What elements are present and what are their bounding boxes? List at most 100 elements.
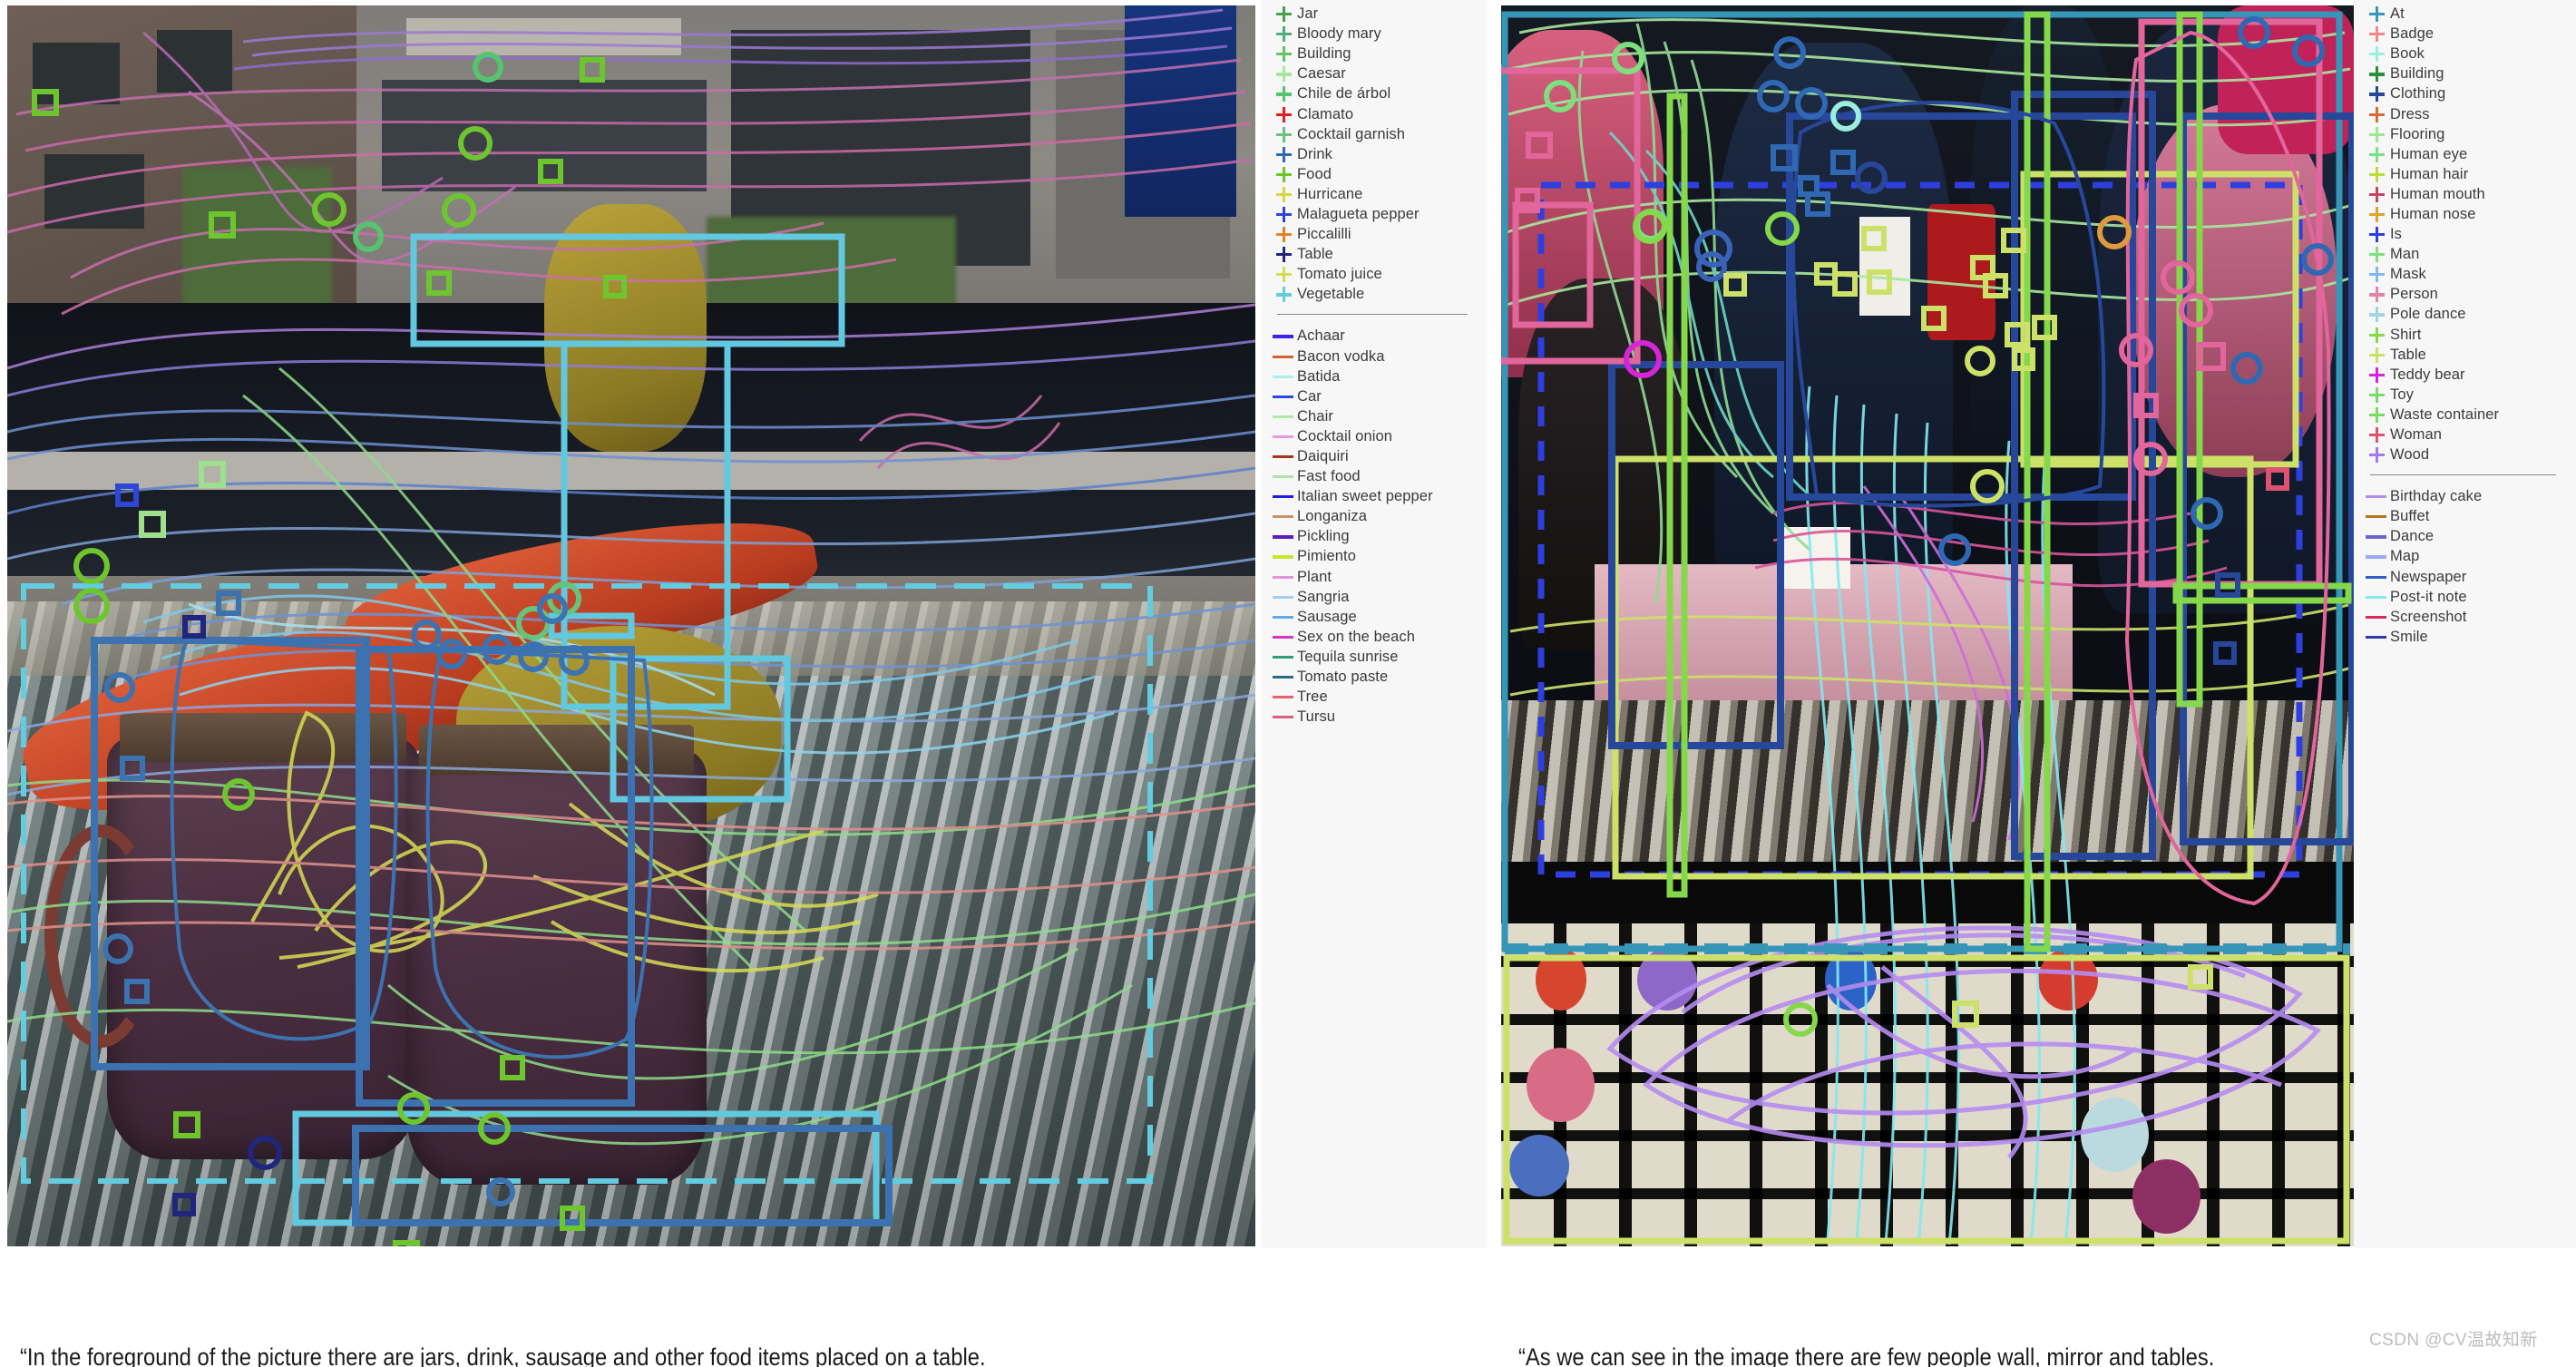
legend-row[interactable]: Malagueta pepper — [1261, 204, 1488, 224]
line-marker-icon — [2363, 486, 2390, 506]
legend-row[interactable]: Bloody mary — [1261, 24, 1488, 44]
legend-row[interactable]: Car — [1261, 386, 1488, 406]
plus-marker-icon — [1270, 63, 1297, 83]
legend-row[interactable]: Flooring — [2354, 124, 2576, 144]
legend-row[interactable]: Caesar — [1261, 63, 1488, 83]
legend-row[interactable]: Building — [1261, 44, 1488, 63]
legend-row[interactable]: Italian sweet pepper — [1261, 486, 1488, 506]
legend-row[interactable]: Chair — [1261, 406, 1488, 426]
legend-row[interactable]: Human eye — [2354, 144, 2576, 164]
legend-row[interactable]: Vegetable — [1261, 284, 1488, 304]
legend-label: Dance — [2390, 528, 2435, 545]
legend-row[interactable]: Woman — [2354, 425, 2576, 444]
legend-row[interactable]: Human hair — [2354, 164, 2576, 184]
legend-row[interactable]: Mask — [2354, 264, 2576, 284]
line-marker-icon — [1270, 687, 1297, 707]
legend-label: Toy — [2390, 386, 2414, 403]
legend-row[interactable]: Human mouth — [2354, 184, 2576, 204]
legend-row[interactable]: Buffet — [2354, 506, 2576, 526]
line-marker-icon — [1270, 446, 1297, 466]
legend-row[interactable]: Birthday cake — [2354, 486, 2576, 506]
legend-row[interactable]: Plant — [1261, 567, 1488, 587]
left-caption-line-1: “In the foreground of the picture there … — [20, 1343, 986, 1367]
legend-row[interactable]: Man — [2354, 244, 2576, 264]
legend-row[interactable]: Table — [2354, 345, 2576, 365]
line-marker-icon — [2363, 567, 2390, 587]
plus-marker-icon — [1270, 264, 1297, 284]
legend-row[interactable]: Pole dance — [2354, 304, 2576, 324]
legend-row[interactable]: Badge — [2354, 24, 2576, 44]
legend-row[interactable]: Building — [2354, 63, 2576, 83]
legend-label: Vegetable — [1297, 286, 1365, 303]
legend-row[interactable]: At — [2354, 4, 2576, 24]
legend-row[interactable]: Wood — [2354, 444, 2576, 464]
plus-marker-icon — [2363, 224, 2390, 244]
legend-row[interactable]: Person — [2354, 284, 2576, 304]
legend-label: Jar — [1297, 5, 1319, 23]
legend-row[interactable]: Hurricane — [1261, 184, 1488, 204]
legend-row[interactable]: Dance — [2354, 526, 2576, 546]
legend-row[interactable]: Waste container — [2354, 405, 2576, 425]
legend-row[interactable]: Dress — [2354, 103, 2576, 123]
legend-row[interactable]: Teddy bear — [2354, 365, 2576, 385]
legend-row[interactable]: Tursu — [1261, 707, 1488, 727]
legend-label: Bloody mary — [1297, 25, 1381, 43]
legend-row[interactable]: Smile — [2354, 627, 2576, 647]
legend-label: Bacon vodka — [1297, 347, 1385, 365]
legend-row[interactable]: Shirt — [2354, 325, 2576, 345]
legend-label: Chile de árbol — [1297, 85, 1391, 103]
legend-row[interactable]: Fast food — [1261, 466, 1488, 486]
plus-marker-icon — [2363, 325, 2390, 345]
legend-row[interactable]: Clamato — [1261, 103, 1488, 123]
legend-row[interactable]: Sangria — [1261, 587, 1488, 607]
legend-row[interactable]: Is — [2354, 224, 2576, 244]
legend-row[interactable]: Post-it note — [2354, 587, 2576, 607]
legend-row[interactable]: Map — [2354, 546, 2576, 566]
legend-row[interactable]: Toy — [2354, 385, 2576, 405]
legend-label: Cocktail garnish — [1297, 125, 1405, 142]
legend-row[interactable]: Tomato paste — [1261, 667, 1488, 687]
line-marker-icon — [1270, 667, 1297, 687]
legend-row[interactable]: Newspaper — [2354, 567, 2576, 587]
line-marker-icon — [1270, 587, 1297, 607]
legend-row[interactable]: Achaar — [1261, 326, 1488, 346]
legend-row[interactable]: Pickling — [1261, 526, 1488, 546]
line-marker-icon — [1270, 386, 1297, 406]
legend-row[interactable]: Human nose — [2354, 204, 2576, 224]
legend-row[interactable]: Tequila sunrise — [1261, 647, 1488, 667]
legend-row[interactable]: Bacon vodka — [1261, 347, 1488, 366]
legend-row[interactable]: Piccalilli — [1261, 224, 1488, 244]
legend-label: Drink — [1297, 145, 1333, 162]
legend-row[interactable]: Chile de árbol — [1261, 83, 1488, 103]
line-marker-icon — [1270, 546, 1297, 566]
legend-label: Pickling — [1297, 528, 1350, 545]
line-marker-icon — [1270, 526, 1297, 546]
legend-row[interactable]: Cocktail garnish — [1261, 124, 1488, 144]
legend-row[interactable]: Longaniza — [1261, 506, 1488, 526]
legend-row[interactable]: Jar — [1261, 4, 1488, 24]
legend-label: Sex on the beach — [1297, 628, 1416, 645]
legend-row[interactable]: Screenshot — [2354, 607, 2576, 627]
legend-label: Human hair — [2390, 165, 2469, 182]
legend-row[interactable]: Drink — [1261, 144, 1488, 164]
legend-row[interactable]: Tomato juice — [1261, 264, 1488, 284]
legend-label: Smile — [2390, 628, 2428, 645]
legend-row[interactable]: Daiquiri — [1261, 446, 1488, 466]
legend-row[interactable]: Tree — [1261, 687, 1488, 707]
legend-row[interactable]: Cocktail onion — [1261, 426, 1488, 446]
line-marker-icon — [1270, 707, 1297, 727]
plus-marker-icon — [2363, 405, 2390, 425]
legend-row[interactable]: Pimiento — [1261, 546, 1488, 566]
legend-row[interactable]: Batida — [1261, 366, 1488, 386]
plus-marker-icon — [2363, 365, 2390, 385]
plus-marker-icon — [2363, 204, 2390, 224]
legend-label: Wood — [2390, 446, 2430, 464]
csdn-watermark: CSDN @CV温故知新 — [2369, 1331, 2538, 1350]
legend-row[interactable]: Sausage — [1261, 607, 1488, 627]
line-marker-icon — [1270, 486, 1297, 506]
legend-row[interactable]: Sex on the beach — [1261, 627, 1488, 647]
legend-row[interactable]: Food — [1261, 164, 1488, 184]
legend-row[interactable]: Book — [2354, 44, 2576, 63]
legend-row[interactable]: Table — [1261, 244, 1488, 264]
legend-row[interactable]: Clothing — [2354, 83, 2576, 103]
